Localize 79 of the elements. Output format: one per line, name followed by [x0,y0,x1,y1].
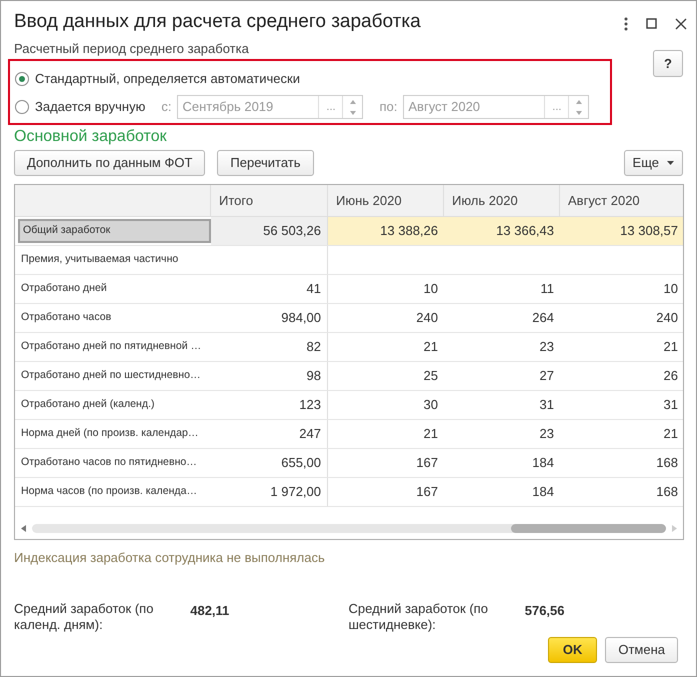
table-cell-text: 21 [662,425,679,444]
more-button[interactable]: Еще [624,150,683,176]
row-label[interactable]: Норма дней (по произв. календар… [15,420,211,448]
average-label: Средний заработок (по календ. дням): [14,601,154,633]
table-cell-text: 240 [655,309,679,328]
date-field: Август 2020 ... [403,95,590,119]
scroll-left-icon[interactable] [21,524,26,532]
table-cell-text: 11 [540,280,555,298]
table-cell-text: 168 [655,483,679,502]
table-cell-text: 23 [538,425,555,444]
table-cell-text: 10 [422,280,439,298]
period-label: Расчетный период среднего заработка [14,41,250,57]
row-label[interactable]: Отработано дней по шестидневно… [15,362,211,390]
table-cell: 13 366,43 [444,217,560,245]
date-field: Сентябрь 2019 ... [177,95,364,119]
indexation-note: Индексация заработка сотрудника не выполнялась [14,550,326,566]
row-label[interactable]: Отработано дней [15,275,211,303]
maximize-icon[interactable] [646,18,657,29]
table-cell: 247 [211,420,328,448]
row-label[interactable]: Премия, учитываемая частично [15,246,211,274]
section-title: Основной заработок [14,127,168,147]
table-cell-text: 26 [662,367,679,386]
table-cell-text: 25 [422,367,439,386]
table-cell-text: 168 [655,454,679,472]
window-title: Ввод данных для расчета среднего заработка [14,10,421,34]
cancel-button[interactable]: Отмена [605,637,678,663]
table-cell-text: 184 [531,483,555,502]
column-header[interactable]: Август 2020 [560,185,683,216]
table-cell-text: 10 [662,280,679,298]
radio-label[interactable]: Задается вручную [35,97,146,117]
table-cell: 41 [211,275,328,303]
table-cell-text: 240 [415,309,439,328]
average-label: Средний заработок (по шестидневке): [348,601,489,633]
table-cell-text: 264 [531,309,555,328]
field-label: по: [379,98,398,116]
table-cell: 984,00 [211,304,328,332]
table-cell-text: 23 [538,338,555,356]
horizontal-scrollbar[interactable] [32,524,666,532]
table-cell: 13 308,57 [560,217,683,245]
table-cell-text: 21 [422,338,439,356]
row-label[interactable]: Отработано часов [15,304,211,332]
table-cell-text: 30 [422,396,439,414]
field-label: с: [161,98,172,116]
average-value: 482,11 [189,602,230,620]
column-header[interactable]: Июль 2020 [444,185,560,216]
table-cell: 1 972,00 [211,478,328,506]
row-label[interactable]: Отработано дней по пятидневной … [15,333,211,361]
toolbar-button[interactable]: Дополнить по данным ФОТ [14,150,206,176]
table-cell-text: 31 [662,396,679,414]
table-cell: 123 [211,391,328,419]
radio-label[interactable]: Стандартный, определяется автоматически [35,69,300,89]
row-label[interactable]: Отработано часов по пятидневно… [15,449,211,477]
table-cell-text: 167 [415,454,439,472]
radio-button[interactable] [15,100,29,114]
table-cell-text: 21 [662,338,679,356]
caret-icon [667,161,674,165]
toolbar-button[interactable]: Перечитать [217,150,314,176]
close-icon[interactable] [675,18,687,30]
table-cell-text: 167 [415,483,439,502]
average-value: 576,56 [524,602,566,620]
data-table[interactable] [14,184,684,540]
row-label[interactable]: Общий заработок [18,219,211,243]
table-cell: 13 388,26 [328,217,444,245]
row-label[interactable]: Норма часов (по произв. календа… [15,478,211,506]
table-cell-text: 27 [538,367,555,386]
row-label[interactable]: Отработано дней (календ.) [15,391,211,419]
radio-button[interactable] [15,72,29,86]
table-cell-text: 31 [538,396,555,414]
table-cell: 655,00 [211,449,328,477]
table-cell-text: 21 [422,425,439,444]
table-cell: 82 [211,333,328,361]
more-icon[interactable] [624,16,628,30]
ok-button[interactable]: OK [548,637,598,663]
help-button[interactable]: ? [653,50,683,77]
column-header[interactable]: Итого [211,185,328,216]
table-cell: 56 503,26 [211,217,328,245]
table-cell-text: 184 [531,454,555,472]
table-cell: 98 [211,362,328,390]
column-header[interactable]: Июнь 2020 [328,185,444,216]
